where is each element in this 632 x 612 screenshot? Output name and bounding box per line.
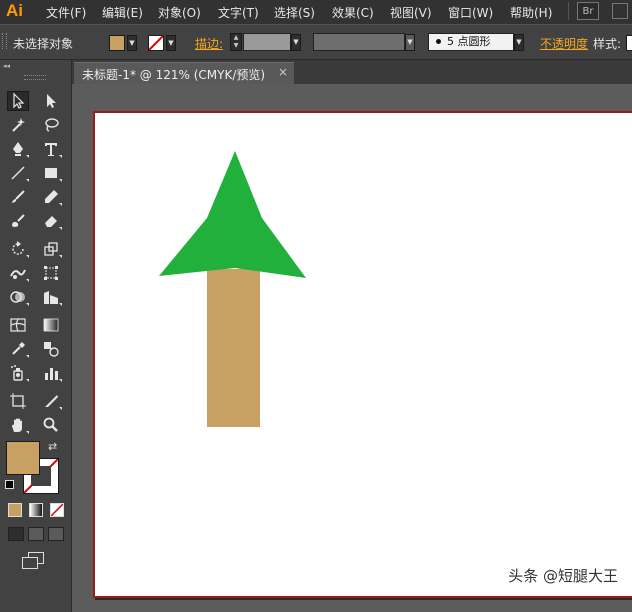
default-colors-icon[interactable] — [5, 480, 14, 489]
selection-tool-icon[interactable] — [7, 91, 29, 111]
document-title: 未标题-1* @ 121% (CMYK/预览) — [82, 68, 266, 82]
direct-selection-tool-icon[interactable] — [40, 91, 62, 111]
zoom-tool-icon[interactable] — [40, 415, 62, 435]
graphic-style-swatch[interactable] — [626, 35, 632, 51]
line-segment-tool-icon[interactable] — [7, 163, 29, 183]
opacity-label[interactable]: 不透明度 — [540, 35, 588, 52]
fill-dropdown[interactable]: ▼ — [127, 35, 137, 51]
tree-trunk[interactable] — [207, 269, 260, 427]
panel-grip[interactable] — [24, 75, 46, 80]
symbol-sprayer-tool-icon[interactable] — [7, 363, 29, 383]
artwork — [159, 151, 306, 427]
app-logo: Ai — [6, 1, 23, 20]
panel-collapse-icon[interactable]: ◂◂ — [3, 62, 10, 70]
menu-file[interactable]: 文件(F) — [46, 4, 86, 21]
tree-crown[interactable] — [159, 151, 306, 278]
hand-tool-icon[interactable] — [7, 415, 29, 435]
magic-wand-tool-icon[interactable] — [7, 115, 29, 135]
color-mode-button[interactable] — [8, 503, 22, 517]
eyedropper-tool-icon[interactable] — [7, 339, 29, 359]
brush-definition[interactable]: 5 点圆形 — [428, 33, 514, 51]
scale-tool-icon[interactable] — [40, 239, 62, 259]
brush-shape: 点圆形 — [457, 35, 491, 48]
stroke-swatch-none[interactable] — [148, 35, 164, 51]
draw-inside-icon[interactable] — [48, 527, 64, 541]
variable-width-profile[interactable] — [313, 33, 405, 51]
lasso-tool-icon[interactable] — [40, 115, 62, 135]
brush-size: 5 — [447, 35, 454, 48]
brush-dropdown[interactable]: ▼ — [514, 34, 524, 51]
menu-help[interactable]: 帮助(H) — [510, 4, 552, 21]
bridge-button[interactable]: Br — [577, 2, 599, 20]
stroke-weight-dropdown[interactable]: ▼ — [291, 34, 301, 51]
stroke-dropdown[interactable]: ▼ — [166, 35, 176, 51]
perspective-grid-tool-icon[interactable] — [40, 287, 62, 307]
column-graph-tool-icon[interactable] — [40, 363, 62, 383]
menu-bar: Ai 文件(F) 编辑(E) 对象(O) 文字(T) 选择(S) 效果(C) 视… — [0, 0, 632, 24]
draw-behind-icon[interactable] — [28, 527, 44, 541]
document-tab[interactable]: 未标题-1* @ 121% (CMYK/预览) × — [74, 62, 294, 84]
mesh-tool-icon[interactable] — [7, 315, 29, 335]
blob-brush-tool-icon[interactable] — [7, 211, 29, 231]
pencil-tool-icon[interactable] — [40, 187, 62, 207]
watermark: 头条 @短腿大王 — [508, 567, 618, 585]
tools-panel: ◂◂ ⇄ — [0, 60, 72, 612]
variable-width-dropdown[interactable]: ▼ — [405, 34, 415, 51]
workspace-grid-icon[interactable] — [612, 3, 628, 19]
artboard-tool-icon[interactable] — [7, 391, 29, 411]
menu-object[interactable]: 对象(O) — [158, 4, 201, 21]
gradient-mode-button[interactable] — [29, 503, 43, 517]
free-transform-tool-icon[interactable] — [40, 263, 62, 283]
fill-color-box[interactable] — [6, 441, 40, 475]
swap-fill-stroke-icon[interactable]: ⇄ — [48, 440, 57, 453]
menu-window[interactable]: 窗口(W) — [448, 4, 493, 21]
gradient-tool-icon[interactable] — [40, 315, 62, 335]
control-bar-grip[interactable] — [2, 33, 7, 49]
none-mode-button[interactable] — [50, 503, 64, 517]
warp-tool-icon[interactable] — [7, 263, 29, 283]
blend-tool-icon[interactable] — [40, 339, 62, 359]
rectangle-tool-icon[interactable] — [40, 163, 62, 183]
fill-swatch[interactable] — [109, 35, 125, 51]
paintbrush-tool-icon[interactable] — [7, 187, 29, 207]
menu-effect[interactable]: 效果(C) — [332, 4, 374, 21]
pen-tool-icon[interactable] — [7, 139, 29, 159]
menu-type[interactable]: 文字(T) — [218, 4, 259, 21]
slice-tool-icon[interactable] — [40, 391, 62, 411]
menu-separator — [568, 2, 569, 20]
eraser-tool-icon[interactable] — [40, 211, 62, 231]
close-tab-icon[interactable]: × — [278, 65, 288, 79]
artboard[interactable]: 头条 @短腿大王 — [93, 111, 632, 598]
style-label: 样式: — [593, 37, 622, 51]
type-tool-icon[interactable] — [40, 139, 62, 159]
none-slash-icon — [51, 504, 63, 516]
screen-mode-icon[interactable] — [22, 552, 44, 569]
menu-select[interactable]: 选择(S) — [274, 4, 315, 21]
stroke-weight-stepper[interactable]: ▲ ▼ — [230, 33, 242, 51]
selection-status: 未选择对象 — [13, 37, 74, 51]
rotate-tool-icon[interactable] — [7, 239, 29, 259]
brush-dot-icon — [436, 39, 441, 44]
control-bar: 未选择对象 ▼ ▼ 描边: ▲ ▼ ▼ ▼ 5 点圆形 ▼ 不透明度 样式: — [0, 24, 632, 60]
stroke-label[interactable]: 描边: — [195, 35, 223, 52]
shape-builder-tool-icon[interactable] — [7, 287, 29, 307]
menu-view[interactable]: 视图(V) — [390, 4, 432, 21]
menu-edit[interactable]: 编辑(E) — [102, 4, 143, 21]
none-slash-icon — [149, 36, 163, 50]
stroke-weight-input[interactable] — [243, 33, 291, 51]
draw-normal-icon[interactable] — [8, 527, 24, 541]
